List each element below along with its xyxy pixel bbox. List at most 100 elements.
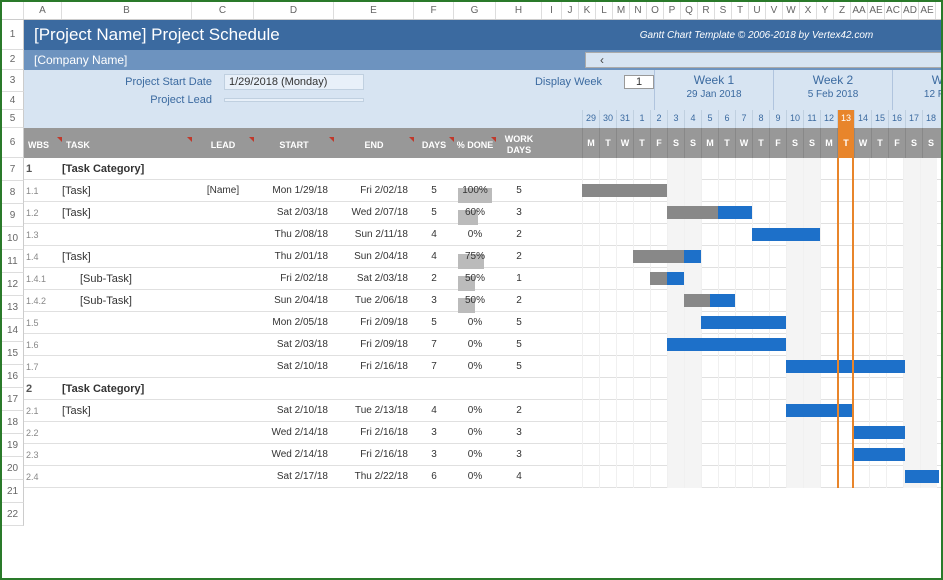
col-header[interactable]: F <box>414 2 454 19</box>
col-header[interactable]: Y <box>817 2 834 19</box>
start-cell[interactable]: Thu 2/08/18 <box>254 229 334 240</box>
days-cell[interactable]: 4 <box>414 251 454 262</box>
task-cell[interactable]: [Sub-Task] <box>62 273 192 285</box>
workdays-cell[interactable]: 1 <box>496 273 542 284</box>
col-header[interactable]: X <box>800 2 817 19</box>
workdays-cell[interactable]: 4 <box>496 471 542 482</box>
wbs-cell[interactable]: 1.6 <box>24 340 62 350</box>
col-header[interactable]: E <box>334 2 414 19</box>
col-header[interactable]: U <box>749 2 766 19</box>
wbs-cell[interactable]: 2 <box>24 383 62 395</box>
row-header[interactable]: 4 <box>2 92 24 110</box>
start-cell[interactable]: Fri 2/02/18 <box>254 273 334 284</box>
row-header[interactable]: 18 <box>2 411 24 434</box>
wbs-cell[interactable]: 1.2 <box>24 208 62 218</box>
col-header[interactable]: AE <box>868 2 885 19</box>
row-header[interactable]: 19 <box>2 434 24 457</box>
task-cell[interactable]: [Task] <box>62 405 192 417</box>
task-row[interactable]: 1.4 [Task] Thu 2/01/18 Sun 2/04/18 4 75%… <box>24 246 941 268</box>
row-header[interactable]: 14 <box>2 319 24 342</box>
end-cell[interactable]: Fri 2/16/18 <box>334 361 414 372</box>
row-header[interactable]: 22 <box>2 503 24 526</box>
workdays-cell[interactable]: 2 <box>496 229 542 240</box>
col-header[interactable]: P <box>664 2 681 19</box>
col-header[interactable]: D <box>254 2 334 19</box>
row-header[interactable]: 3 <box>2 70 24 92</box>
workdays-cell[interactable]: 3 <box>496 427 542 438</box>
col-header[interactable]: S <box>715 2 732 19</box>
row-header[interactable]: 11 <box>2 250 24 273</box>
col-header[interactable]: C <box>192 2 254 19</box>
start-cell[interactable]: Sun 2/04/18 <box>254 295 334 306</box>
col-header[interactable] <box>2 2 24 19</box>
start-cell[interactable]: Sat 2/03/18 <box>254 207 334 218</box>
start-cell[interactable]: Thu 2/01/18 <box>254 251 334 262</box>
start-cell[interactable]: Wed 2/14/18 <box>254 449 334 460</box>
days-cell[interactable]: 3 <box>414 449 454 460</box>
workdays-cell[interactable]: 2 <box>496 295 542 306</box>
company-name[interactable]: [Company Name] <box>24 53 582 67</box>
display-week-input[interactable]: 1 <box>624 75 654 89</box>
col-header[interactable]: H <box>496 2 542 19</box>
col-header[interactable]: J <box>562 2 579 19</box>
task-cell[interactable]: [Task] <box>62 207 192 219</box>
col-header[interactable]: Q <box>681 2 698 19</box>
end-cell[interactable]: Tue 2/13/18 <box>334 405 414 416</box>
wbs-cell[interactable]: 1.1 <box>24 186 62 196</box>
task-row[interactable]: 2.3 Wed 2/14/18 Fri 2/16/18 3 0% 3 <box>24 444 941 466</box>
pct-cell[interactable]: 50% <box>454 273 496 284</box>
start-cell[interactable]: Sat 2/10/18 <box>254 361 334 372</box>
pct-cell[interactable]: 0% <box>454 427 496 438</box>
task-row[interactable]: 1.7 Sat 2/10/18 Fri 2/16/18 7 0% 5 <box>24 356 941 378</box>
end-cell[interactable]: Fri 2/09/18 <box>334 339 414 350</box>
week-scroller[interactable]: ‹ › <box>585 52 943 68</box>
project-lead-input[interactable] <box>224 98 364 102</box>
row-header[interactable]: 1 <box>2 20 24 50</box>
pct-cell[interactable]: 0% <box>454 405 496 416</box>
task-category-row[interactable]: 2 [Task Category] <box>24 378 941 400</box>
days-cell[interactable]: 7 <box>414 339 454 350</box>
task-category-row[interactable]: 1 [Task Category] <box>24 158 941 180</box>
workdays-cell[interactable]: 2 <box>496 405 542 416</box>
days-cell[interactable]: 5 <box>414 317 454 328</box>
task-row[interactable]: 1.1 [Task] [Name] Mon 1/29/18 Fri 2/02/1… <box>24 180 941 202</box>
end-cell[interactable]: Thu 2/22/18 <box>334 471 414 482</box>
col-header[interactable]: M <box>613 2 630 19</box>
col-header[interactable]: K <box>579 2 596 19</box>
col-header[interactable]: G <box>454 2 496 19</box>
task-cell[interactable]: [Task Category] <box>62 383 192 395</box>
row-header[interactable]: 16 <box>2 365 24 388</box>
project-title[interactable]: [Project Name] Project Schedule <box>34 25 582 45</box>
col-header[interactable]: B <box>62 2 192 19</box>
start-cell[interactable]: Sat 2/10/18 <box>254 405 334 416</box>
row-header[interactable]: 7 <box>2 158 24 181</box>
col-header[interactable]: AE <box>919 2 936 19</box>
task-cell[interactable]: [Task] <box>62 185 192 197</box>
start-cell[interactable]: Mon 1/29/18 <box>254 185 334 196</box>
col-header[interactable]: W <box>783 2 800 19</box>
task-cell[interactable]: [Sub-Task] <box>62 295 192 307</box>
col-header[interactable]: T <box>732 2 749 19</box>
days-cell[interactable]: 6 <box>414 471 454 482</box>
end-cell[interactable]: Sun 2/11/18 <box>334 229 414 240</box>
row-header[interactable]: 15 <box>2 342 24 365</box>
col-header[interactable]: R <box>698 2 715 19</box>
days-cell[interactable]: 3 <box>414 427 454 438</box>
wbs-cell[interactable]: 2.1 <box>24 406 62 416</box>
row-header[interactable]: 13 <box>2 296 24 319</box>
start-date-input[interactable]: 1/29/2018 (Monday) <box>224 74 364 90</box>
end-cell[interactable]: Fri 2/02/18 <box>334 185 414 196</box>
start-cell[interactable]: Mon 2/05/18 <box>254 317 334 328</box>
task-row[interactable]: 1.2 [Task] Sat 2/03/18 Wed 2/07/18 5 60%… <box>24 202 941 224</box>
task-cell[interactable]: [Task] <box>62 251 192 263</box>
task-row[interactable]: 2.2 Wed 2/14/18 Fri 2/16/18 3 0% 3 <box>24 422 941 444</box>
pct-cell[interactable]: 0% <box>454 317 496 328</box>
row-header[interactable]: 2 <box>2 50 24 70</box>
pct-cell[interactable]: 75% <box>454 251 496 262</box>
days-cell[interactable]: 4 <box>414 229 454 240</box>
row-header[interactable]: 5 <box>2 110 24 128</box>
col-header[interactable]: V <box>766 2 783 19</box>
task-row[interactable]: 2.4 Sat 2/17/18 Thu 2/22/18 6 0% 4 <box>24 466 941 488</box>
end-cell[interactable]: Sat 2/03/18 <box>334 273 414 284</box>
workdays-cell[interactable]: 5 <box>496 185 542 196</box>
